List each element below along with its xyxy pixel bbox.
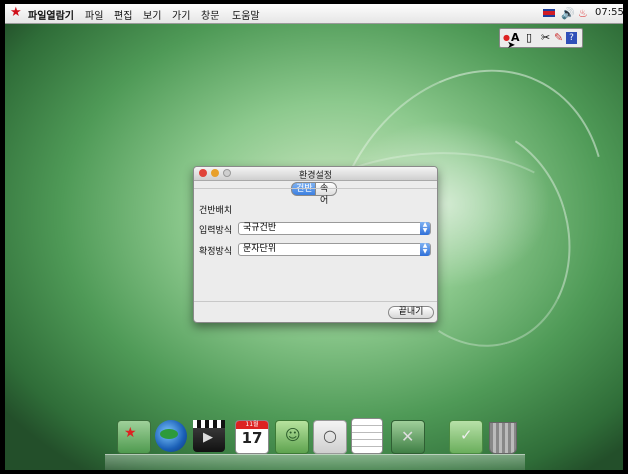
flame-icon[interactable]: ♨: [578, 7, 588, 20]
quit-button[interactable]: 끝내기: [388, 306, 434, 319]
documents-folder-icon[interactable]: [449, 420, 483, 454]
input-method-value: 국규건반: [243, 223, 277, 233]
desktop: ★ 파일열람기 파일 편집 보기 가기 창문 도움말 🔊 ♨ 07:55 ● A…: [5, 4, 623, 470]
dialog-titlebar[interactable]: 환경설정: [194, 167, 437, 181]
dock-shelf: [105, 454, 525, 470]
calendar-month: 11월: [236, 421, 268, 429]
menu-view[interactable]: 보기: [143, 7, 161, 22]
preferences-dialog: 환경설정 건반 속어 건반배치 입력방식 국규건반 ▲ ▼ 확정방식 문자단위 ▲…: [193, 166, 438, 323]
updown-arrows-icon: ▲ ▼: [420, 243, 430, 256]
settings-panel: 건반배치 입력방식 국규건반 ▲ ▼ 확정방식 문자단위 ▲ ▼: [194, 188, 437, 301]
input-method-label: 입력방식: [199, 226, 233, 236]
book-icon[interactable]: ▯: [526, 30, 532, 45]
red-star-menu-icon[interactable]: ★: [10, 5, 22, 21]
menu-window[interactable]: 창문: [201, 7, 219, 22]
menu-bar: ★ 파일열람기 파일 편집 보기 가기 창문 도움말 🔊 ♨ 07:55: [5, 4, 623, 24]
calendar-icon[interactable]: 11월 17: [235, 420, 269, 454]
confirm-method-value: 문자단위: [243, 244, 277, 254]
mouse-cursor-icon: ➤: [507, 40, 516, 51]
brush-icon[interactable]: ✎: [554, 30, 563, 45]
confirm-method-select[interactable]: 문자단위 ▲ ▼: [238, 243, 431, 256]
confirm-method-label: 확정방식: [199, 247, 233, 257]
image-viewer-icon[interactable]: [313, 420, 347, 454]
dialog-footer: 끝내기: [194, 301, 437, 322]
media-player-icon[interactable]: [193, 420, 225, 452]
contacts-icon[interactable]: [275, 420, 309, 454]
section-title: 건반배치: [199, 206, 233, 216]
dialog-title: 환경설정: [298, 171, 333, 181]
trash-icon[interactable]: [489, 422, 517, 454]
input-method-select[interactable]: 국규건반 ▲ ▼: [238, 222, 431, 235]
clock[interactable]: 07:55: [595, 7, 623, 18]
app-menu[interactable]: 파일열람기: [28, 7, 74, 22]
scissors-icon[interactable]: ✂: [541, 30, 550, 45]
menu-help[interactable]: 도움말: [232, 7, 260, 22]
menu-go[interactable]: 가기: [172, 7, 190, 22]
updown-arrows-icon: ▲ ▼: [420, 222, 430, 235]
flag-icon[interactable]: [543, 9, 555, 17]
dock: 11월 17: [105, 416, 525, 470]
speaker-icon[interactable]: 🔊: [561, 7, 575, 20]
menu-edit[interactable]: 편집: [114, 7, 132, 22]
browser-globe-icon[interactable]: [155, 420, 187, 452]
calendar-day: 17: [241, 429, 263, 447]
help-icon[interactable]: ?: [566, 32, 577, 44]
system-tools-icon[interactable]: [391, 420, 425, 454]
menu-file[interactable]: 파일: [85, 7, 103, 22]
spreadsheet-icon[interactable]: [351, 418, 383, 454]
mail-app-icon[interactable]: [117, 420, 151, 454]
